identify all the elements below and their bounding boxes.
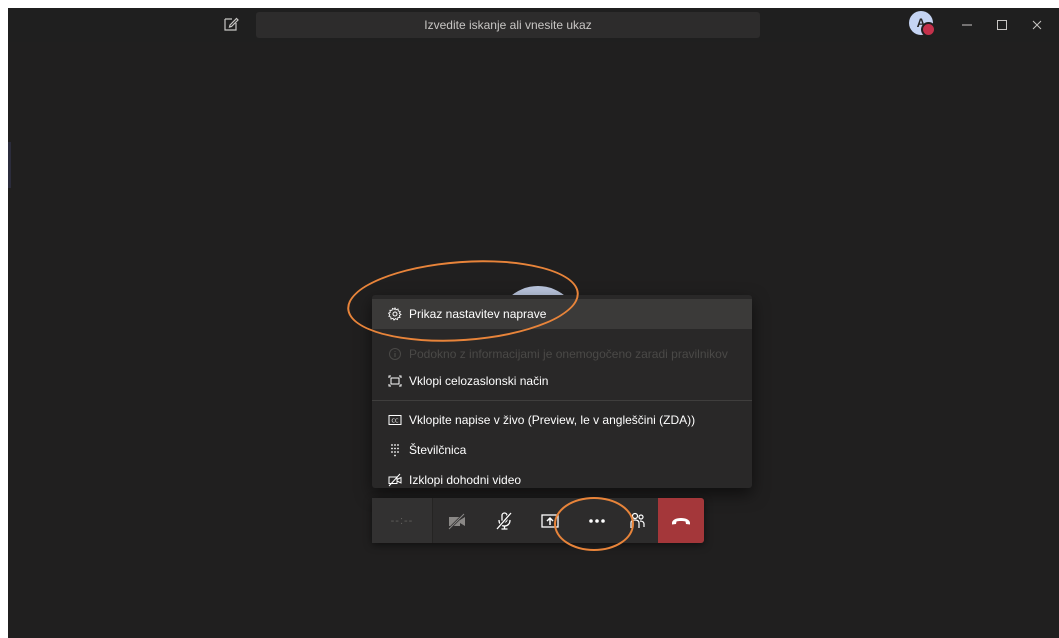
- menu-item-fullscreen[interactable]: Vklopi celozaslonski način: [372, 366, 752, 396]
- search-placeholder: Izvedite iskanje ali vnesite ukaz: [424, 18, 592, 32]
- hang-up-button[interactable]: [658, 498, 704, 543]
- video-off-icon: [388, 473, 402, 487]
- share-screen-icon: [541, 513, 559, 528]
- menu-item-label: Vklopite napise v živo (Preview, le v an…: [409, 413, 696, 427]
- compose-icon: [224, 17, 239, 31]
- menu-item-label: Številčnica: [409, 443, 467, 457]
- fullscreen-icon: [388, 374, 402, 388]
- menu-item-live-captions[interactable]: CC Vklopite napise v živo (Preview, le v…: [372, 405, 752, 435]
- title-bar: Izvedite iskanje ali vnesite ukaz A: [8, 8, 1059, 42]
- call-timer: --:--: [372, 498, 433, 543]
- menu-item-incoming-video-off[interactable]: Izklopi dohodni video: [372, 465, 752, 495]
- close-button[interactable]: [1020, 8, 1054, 42]
- phone-hangup-icon: [672, 517, 690, 524]
- menu-item-info-pane: Podokno z informacijami je onemogočeno z…: [372, 339, 752, 369]
- info-icon: [388, 347, 402, 361]
- call-controls-bar: --:--: [372, 498, 704, 543]
- side-rail-indicator: [8, 142, 11, 188]
- new-chat-button[interactable]: [222, 15, 240, 33]
- gear-icon: [388, 307, 402, 321]
- search-box[interactable]: Izvedite iskanje ali vnesite ukaz: [256, 12, 760, 38]
- minimize-button[interactable]: [950, 8, 984, 42]
- people-icon: [630, 512, 645, 528]
- dialpad-icon: [388, 443, 402, 457]
- closed-captions-icon: CC: [388, 413, 402, 427]
- menu-item-label: Podokno z informacijami je onemogočeno z…: [409, 347, 728, 361]
- menu-item-dialpad[interactable]: Številčnica: [372, 435, 752, 465]
- mute-button[interactable]: [489, 498, 519, 543]
- maximize-icon: [997, 20, 1007, 30]
- presence-status-badge: [921, 22, 936, 37]
- svg-text:CC: CC: [392, 418, 399, 424]
- share-screen-button[interactable]: [535, 498, 565, 543]
- user-avatar[interactable]: A: [909, 11, 936, 37]
- minimize-icon: [962, 24, 972, 26]
- more-actions-menu: Prikaz nastavitev naprave Podokno z info…: [372, 295, 752, 488]
- more-actions-button[interactable]: [580, 498, 614, 543]
- menu-item-device-settings[interactable]: Prikaz nastavitev naprave: [372, 299, 752, 329]
- participants-button[interactable]: [622, 498, 652, 543]
- menu-item-label: Izklopi dohodni video: [409, 473, 522, 487]
- microphone-off-icon: [495, 511, 513, 530]
- teams-window: Izvedite iskanje ali vnesite ukaz A Prik…: [8, 8, 1059, 638]
- call-timer-text: --:--: [390, 514, 414, 527]
- camera-off-icon: [448, 512, 465, 530]
- menu-item-label: Prikaz nastavitev naprave: [409, 307, 547, 321]
- more-dots-icon: [589, 518, 605, 523]
- close-icon: [1032, 20, 1042, 30]
- camera-toggle-button[interactable]: [442, 498, 472, 543]
- menu-divider: [372, 400, 752, 401]
- maximize-button[interactable]: [985, 8, 1019, 42]
- menu-item-label: Vklopi celozaslonski način: [409, 374, 549, 388]
